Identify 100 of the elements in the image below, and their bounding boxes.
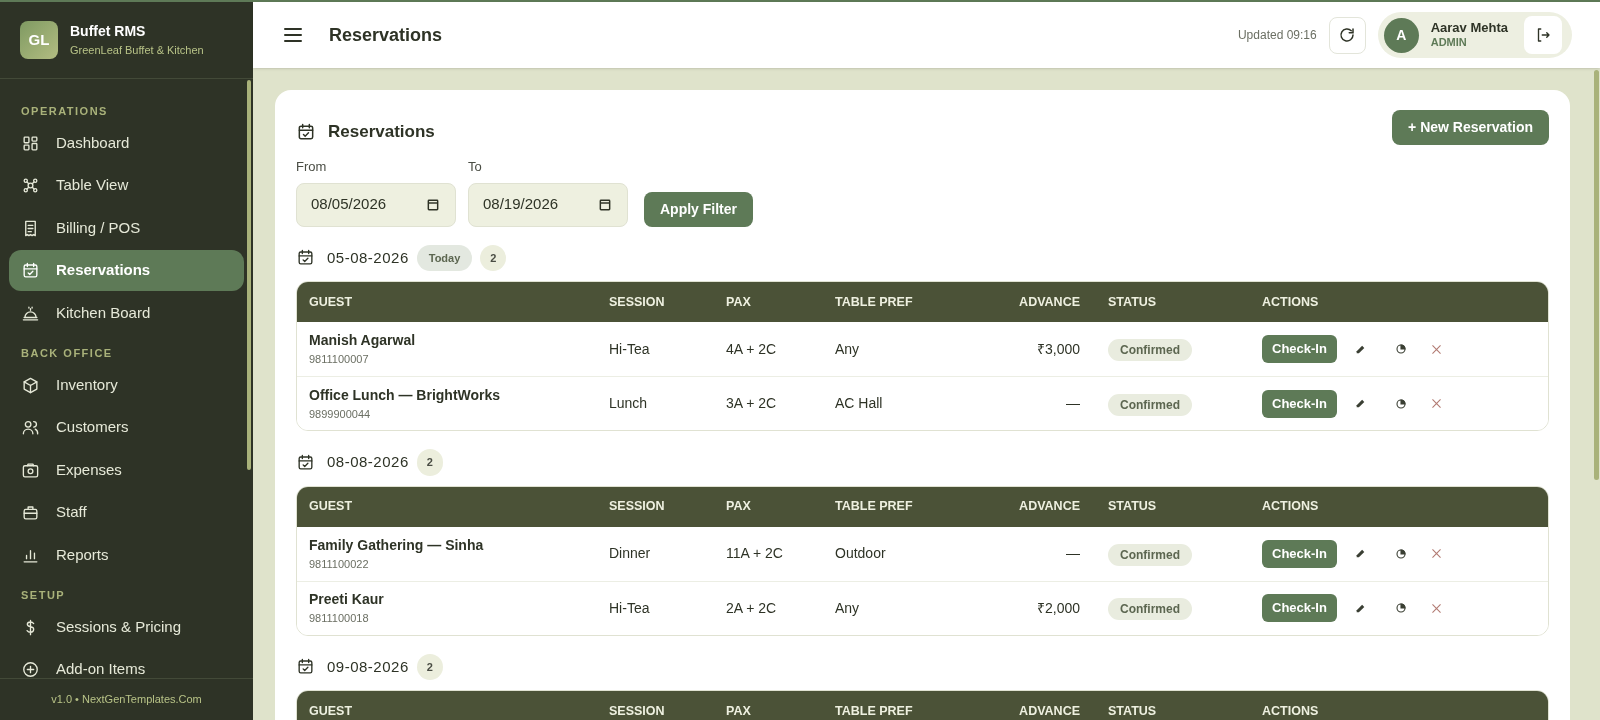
calendar-icon (296, 121, 316, 142)
sidebar-item[interactable]: Table View (9, 165, 244, 206)
check-in-button[interactable]: Check-In (1262, 594, 1337, 622)
guest-name: Family Gathering — Sinha (309, 535, 485, 555)
to-label: To (468, 158, 483, 176)
table-cell-text: — (1065, 394, 1080, 413)
sidebar-item[interactable]: Reports (9, 534, 244, 576)
group-date: 05-08-2026 (327, 247, 409, 268)
table-cell-text: AC Hall (835, 394, 884, 413)
guest-phone: 9811100022 (309, 556, 370, 572)
users-icon (21, 418, 40, 437)
table-cell-text: Hi-Tea (609, 598, 651, 618)
sidebar-item[interactable]: Billing / POS (9, 207, 244, 249)
column-header: GUEST (309, 293, 354, 311)
column-header: ADVANCE (1018, 702, 1080, 720)
count-badge: 2 (416, 449, 443, 476)
check-in-button[interactable]: Check-In (1262, 389, 1337, 418)
refresh-button[interactable] (1328, 16, 1366, 54)
table-cell-text: ₹3,000 (1035, 339, 1080, 359)
grid-icon (21, 133, 40, 153)
column-header: STATUS (1107, 498, 1158, 516)
table-cell-text: Lunch (609, 394, 649, 413)
refresh-icon (1338, 26, 1357, 44)
column-header: ACTIONS (1262, 293, 1320, 311)
check-in-button[interactable]: Check-In (1262, 539, 1337, 568)
column-header: SESSION (609, 293, 666, 311)
column-header: SESSION (609, 498, 666, 516)
sidebar-item[interactable]: Add-on Items (9, 649, 244, 678)
bag-icon (21, 503, 40, 522)
column-header: PAX (726, 498, 752, 516)
scrollbar-thumb[interactable] (247, 80, 251, 470)
user-name: Aarav Mehta (1430, 20, 1508, 37)
logo: GL (20, 21, 58, 59)
from-date-field[interactable]: 08/05/2026 (296, 182, 456, 227)
table-cell-text: Hi-Tea (609, 339, 651, 359)
column-header: GUEST (309, 498, 354, 516)
sidebar-item[interactable]: Customers (9, 407, 244, 448)
new-reservation-button[interactable]: + New Reservation (1392, 110, 1549, 145)
status-badge: Confirmed (1108, 543, 1192, 566)
restaurant-name: GreenLeaf Buffet & Kitchen (70, 43, 204, 59)
scrollbar-thumb[interactable] (1594, 70, 1599, 480)
column-header: ADVANCE (1018, 293, 1080, 311)
sidebar-item[interactable]: Inventory (9, 364, 244, 406)
apply-filter-button[interactable]: Apply Filter (644, 191, 753, 227)
column-header: TABLE PREF (835, 293, 914, 311)
camera-icon (21, 460, 40, 480)
sidebar-item[interactable]: Sessions & Pricing (9, 606, 244, 648)
column-header: STATUS (1107, 293, 1158, 311)
group-date: 08-08-2026 (327, 452, 409, 472)
logout-icon[interactable] (1524, 16, 1562, 54)
table-cell-text: 4A + 2C (726, 339, 778, 359)
column-header: ACTIONS (1262, 498, 1320, 516)
group-date: 09-08-2026 (327, 656, 409, 677)
table-cell-text: 3A + 2C (726, 394, 778, 413)
version-text: v1.0 • NextGenTemplates.Com (51, 692, 202, 708)
count-badge: 2 (416, 653, 443, 680)
check-in-button[interactable]: Check-In (1262, 335, 1337, 363)
sidebar-item[interactable]: Expenses (9, 449, 244, 491)
sidebar-item[interactable]: Dashboard (9, 122, 244, 164)
count-badge: 2 (480, 244, 507, 271)
table-cell-text: Outdoor (835, 544, 887, 563)
nodes-icon (21, 176, 40, 195)
guest-name: Manish Agarwal (309, 331, 417, 351)
guest-phone: 9899900044 (309, 406, 372, 422)
from-label: From (296, 158, 328, 176)
plus-circle-icon (21, 660, 40, 678)
app-name: Buffet RMS (70, 22, 147, 42)
user-avatar: A (1383, 17, 1419, 53)
sidebar-item[interactable]: Kitchen Board (9, 292, 244, 334)
guest-name: Office Lunch — BrightWorks (309, 385, 502, 405)
column-header: STATUS (1107, 702, 1158, 720)
status-badge: Confirmed (1108, 339, 1192, 361)
table-cell-text: — (1065, 544, 1080, 563)
column-header: GUEST (309, 702, 354, 720)
table-cell-text: ₹2,000 (1035, 598, 1080, 618)
card-title: Reservations (328, 120, 435, 143)
guest-name: Preeti Kaur (309, 590, 385, 610)
column-header: PAX (726, 293, 752, 311)
to-date-field[interactable]: 08/19/2026 (468, 182, 628, 227)
section-heading: OPERATIONS (20, 104, 109, 119)
guest-phone: 9811100007 (309, 352, 370, 368)
today-badge: Today (416, 244, 473, 271)
box-icon (21, 375, 40, 395)
column-header: ACTIONS (1262, 702, 1320, 720)
sidebar-item[interactable]: Staff (9, 492, 244, 533)
calendar-icon (296, 248, 315, 268)
user-role: ADMIN (1430, 36, 1468, 50)
calendar-icon (296, 657, 315, 677)
column-header: SESSION (609, 702, 666, 720)
section-heading: BACK OFFICE (20, 346, 114, 361)
guest-phone: 9811100018 (309, 611, 370, 627)
column-header: ADVANCE (1018, 498, 1080, 516)
table-cell-text: 2A + 2C (726, 598, 778, 618)
page-title: Reservations (329, 23, 443, 47)
calendar-icon (296, 452, 315, 472)
column-header: TABLE PREF (835, 498, 914, 516)
table-cell-text: Any (835, 339, 861, 359)
status-badge: Confirmed (1108, 393, 1192, 416)
table-cell-text: Any (835, 598, 861, 618)
sidebar-item[interactable]: Reservations (9, 250, 244, 291)
